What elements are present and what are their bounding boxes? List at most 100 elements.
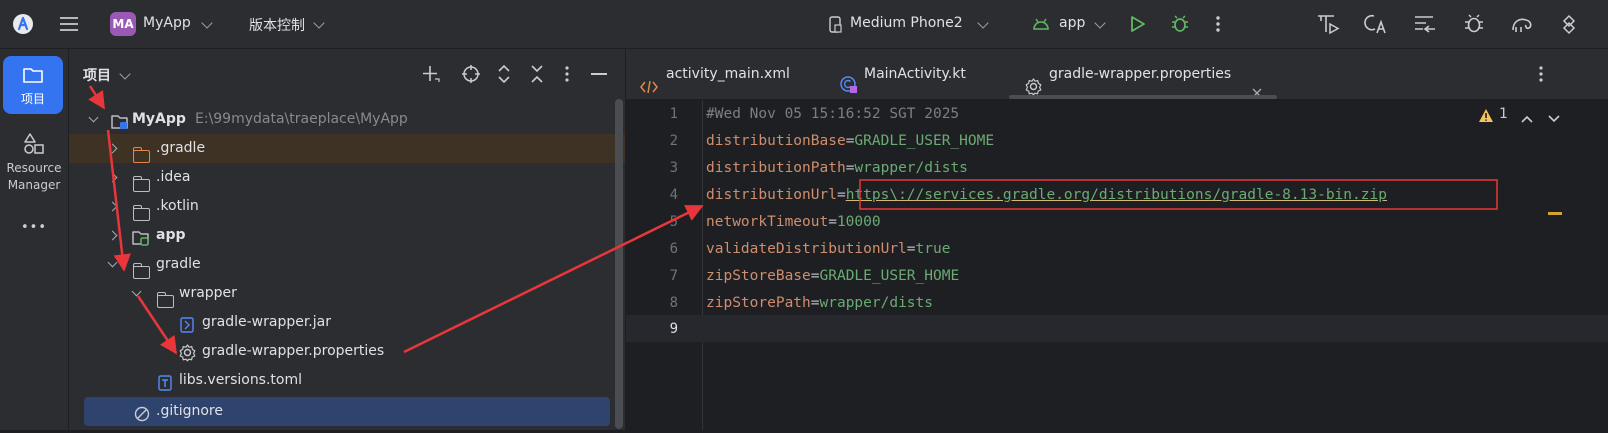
folder-icon — [23, 67, 43, 83]
previous-highlight-icon[interactable] — [1521, 111, 1533, 123]
options-icon[interactable] — [563, 65, 571, 83]
property-key: distributionBase — [706, 133, 846, 149]
warning-stripe-marker[interactable] — [1548, 212, 1562, 215]
line-number: 2 — [669, 133, 678, 149]
project-selector[interactable]: MA MyApp — [110, 12, 220, 38]
property-key: distributionPath — [706, 160, 846, 176]
next-highlight-icon[interactable] — [1548, 111, 1560, 123]
tree-node-wrapper[interactable]: wrapper — [69, 279, 609, 308]
hide-icon[interactable] — [591, 73, 607, 75]
more-tool-windows-icon[interactable]: ••• — [21, 220, 47, 235]
tree-item-label: .gitignore — [156, 403, 223, 419]
line-number: 1 — [669, 106, 678, 122]
tree-node-gradle-wrapper-properties[interactable]: gradle-wrapper.properties — [69, 337, 609, 366]
vcs-menu[interactable]: 版本控制 — [249, 12, 349, 38]
tree-node-gitignore[interactable]: .gitignore — [84, 397, 610, 426]
tab-main-activity-kt[interactable]: MainActivity.kt — [840, 49, 1010, 99]
tab-gradle-wrapper-properties[interactable]: gradle-wrapper.properties — [1009, 49, 1277, 99]
chevron-down-icon — [313, 17, 325, 29]
active-tab-indicator — [1009, 95, 1277, 99]
tree-node-kotlin[interactable]: .kotlin — [69, 192, 609, 221]
tree-node-gradle-wrapper-jar[interactable]: gradle-wrapper.jar — [69, 308, 609, 337]
warning-count: 1 — [1499, 106, 1508, 122]
settings-file-icon — [179, 343, 196, 362]
run-config-selector[interactable]: app — [1032, 12, 1112, 38]
run-icon[interactable] — [1129, 15, 1147, 33]
ignore-file-icon — [134, 404, 150, 422]
property-value: wrapper/dists — [819, 295, 934, 311]
line-number: 6 — [669, 241, 678, 257]
editor-tab-bar: activity_main.xml MainActivity.kt gradle… — [626, 49, 1608, 100]
bug-icon[interactable] — [1462, 13, 1486, 35]
tab-label: MainActivity.kt — [864, 66, 966, 82]
folder-icon — [132, 175, 150, 192]
tab-options-icon[interactable] — [1537, 65, 1545, 83]
chevron-down-icon[interactable] — [119, 68, 131, 80]
project-tool-window: 项目 MyApp E:\99mydata\traeplace\MyApp .gr… — [69, 49, 625, 430]
project-name: MyApp — [143, 15, 191, 31]
project-tool-button[interactable]: 项目 — [3, 56, 63, 114]
collapse-all-icon[interactable] — [530, 65, 544, 83]
tree-item-label: gradle-wrapper.properties — [202, 343, 385, 359]
chevron-down-icon — [977, 17, 989, 29]
tree-item-label: .kotlin — [156, 198, 199, 214]
tree-item-label: .gradle — [156, 140, 206, 156]
tree-node-gradle-cache[interactable]: .gradle — [69, 134, 625, 163]
logcat-icon[interactable] — [1413, 13, 1437, 35]
resource-manager-button[interactable]: Resource Manager — [0, 127, 68, 197]
folder-icon — [132, 204, 150, 221]
property-value: true — [915, 241, 951, 257]
code-editor[interactable]: 1 #Wed Nov 05 15:16:52 SGT 2025 2 distri… — [626, 100, 1608, 430]
debug-icon[interactable] — [1170, 14, 1190, 34]
locate-file-icon[interactable] — [462, 65, 480, 83]
project-tool-label: 项目 — [20, 92, 45, 106]
tree-node-gradle[interactable]: gradle — [69, 250, 609, 279]
project-pane-title[interactable]: 项目 — [83, 65, 111, 85]
device-selector[interactable]: Medium Phone2 — [829, 12, 994, 38]
resource-manager-label-2: Manager — [7, 178, 61, 192]
chevron-right-icon — [107, 201, 118, 212]
folder-icon — [156, 291, 174, 308]
property-value: GRADLE_USER_HOME — [854, 133, 995, 149]
device-manager-icon[interactable] — [1316, 13, 1340, 35]
translate-icon[interactable] — [1364, 13, 1388, 35]
close-icon[interactable] — [1252, 69, 1262, 98]
tree-item-label: wrapper — [179, 285, 237, 301]
gradle-sync-icon[interactable] — [1510, 13, 1536, 35]
jar-file-icon — [180, 315, 194, 333]
module-folder-icon — [132, 228, 150, 246]
vcs-label: 版本控制 — [249, 18, 305, 34]
expand-all-icon[interactable] — [497, 64, 511, 84]
more-actions-icon[interactable] — [1214, 14, 1222, 34]
project-scrollbar[interactable] — [615, 99, 623, 429]
add-icon[interactable] — [422, 65, 440, 83]
tab-activity-main-xml[interactable]: activity_main.xml — [640, 49, 810, 99]
current-line-highlight — [626, 315, 1608, 342]
property-value: 10000 — [836, 214, 881, 230]
chevron-down-icon — [201, 17, 213, 29]
property-value-url[interactable]: https\://services.gradle.org/distributio… — [846, 187, 1387, 203]
property-key: zipStorePath — [706, 295, 811, 311]
more-toolbar-icon[interactable] — [1558, 13, 1580, 35]
device-name: Medium Phone2 — [850, 15, 963, 31]
code-line: validateDistributionUrl=true — [706, 241, 951, 257]
property-key: validateDistributionUrl — [706, 241, 907, 257]
property-key: zipStoreBase — [706, 268, 811, 284]
project-badge: MA — [110, 12, 136, 36]
folder-icon — [132, 146, 150, 163]
toml-file-icon — [158, 373, 172, 391]
chevron-right-icon — [107, 230, 118, 241]
gutter-separator — [702, 100, 703, 430]
tree-node-root[interactable]: MyApp E:\99mydata\traeplace\MyApp — [69, 105, 609, 134]
main-menu-icon[interactable] — [59, 14, 79, 34]
folder-icon — [132, 262, 150, 279]
warning-icon — [1478, 108, 1494, 123]
tab-label: activity_main.xml — [666, 66, 790, 82]
line-number: 3 — [669, 160, 678, 176]
tree-node-libs-versions[interactable]: libs.versions.toml — [69, 366, 609, 395]
tree-node-app[interactable]: app — [69, 221, 609, 250]
top-toolbar: MA MyApp 版本控制 Medium Phone2 app — [0, 0, 1608, 49]
project-tree: MyApp E:\99mydata\traeplace\MyApp .gradl… — [69, 105, 625, 430]
tree-node-idea[interactable]: .idea — [69, 163, 609, 192]
code-line: distributionUrl=https\://services.gradle… — [706, 187, 1387, 203]
